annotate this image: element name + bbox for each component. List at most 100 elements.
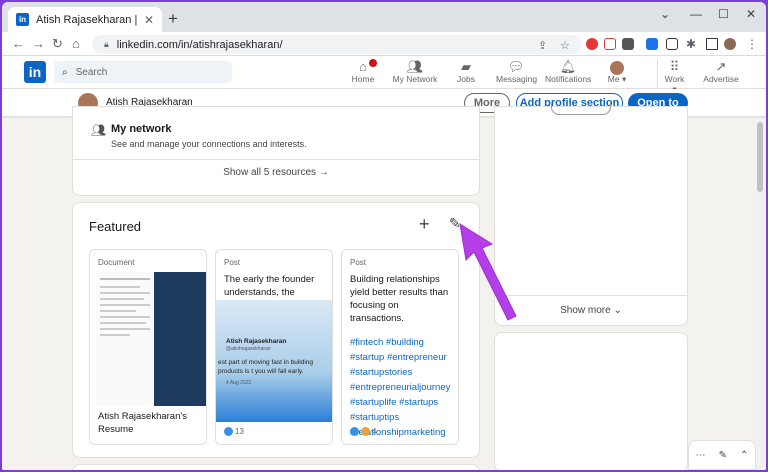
share-icon[interactable]: ⇪	[538, 39, 547, 52]
support-reaction-icon	[361, 427, 370, 436]
home-button-icon[interactable]: ⌂	[72, 36, 80, 51]
url-text: linkedin.com/in/atishrajasekharan/	[116, 38, 283, 51]
featured-card: Featured + ✎ Document Atish Rajasekharan…	[72, 202, 480, 458]
preview-name: Atish Rajasekharan	[226, 338, 287, 345]
nav-label: Me	[607, 74, 620, 84]
chat-icon: 💬︎	[507, 59, 525, 74]
nav-my-network[interactable]: 👥︎ My Network	[392, 59, 438, 84]
hashtag-line[interactable]: #startuplife #startups	[350, 395, 450, 410]
browser-tab[interactable]: in Atish Rajasekharan | LinkedIn ✕	[8, 7, 162, 32]
messaging-overlay[interactable]: ⋯ ✎ ⌃	[688, 440, 756, 470]
item-kind: Post	[224, 258, 241, 267]
annotation-arrow-icon	[459, 222, 517, 321]
notification-dot	[369, 59, 377, 67]
more-dots-icon[interactable]: ⋯	[696, 450, 706, 461]
nav-jobs[interactable]: ▰ Jobs	[455, 59, 477, 84]
resume-sidebar-thumbnail	[154, 272, 206, 406]
next-section-card	[72, 464, 480, 470]
post-text: Building relationships yield better resu…	[350, 274, 449, 324]
item-kind: Document	[98, 258, 135, 267]
extension-badge-icon[interactable]	[646, 38, 658, 50]
extensions-puzzle-icon[interactable]: ✱	[686, 37, 696, 51]
browser-toolbar: ← → ↻ ⌂ 🔒︎ linkedin.com/in/atishrajasekh…	[2, 32, 766, 56]
reactions[interactable]: 4	[350, 427, 376, 436]
hashtag-line[interactable]: #entrepreneurialjourney	[350, 380, 450, 395]
like-reaction-icon	[224, 427, 233, 436]
avatar-icon	[605, 59, 629, 75]
network-people-icon: 👥︎	[91, 123, 107, 137]
nav-label: Home	[351, 74, 375, 84]
nav-label: Advertise	[703, 74, 739, 84]
nav-messaging[interactable]: 💬︎ Messaging	[496, 59, 538, 84]
featured-item-post[interactable]: Post The early the founder understands, …	[215, 249, 333, 445]
back-icon[interactable]: ←	[12, 36, 25, 51]
nav-advertise[interactable]: ↗ Advertise	[703, 59, 739, 84]
chevron-up-icon[interactable]: ⌃	[740, 450, 748, 461]
hashtag-line[interactable]: #fintech #building	[350, 335, 450, 350]
nav-label: Jobs	[457, 74, 475, 84]
forward-icon[interactable]: →	[32, 36, 45, 51]
pocket-icon[interactable]	[604, 38, 616, 50]
incognito-extension-icon[interactable]	[622, 38, 634, 50]
featured-item-document[interactable]: Document Atish Rajasekharan's Resume	[89, 249, 207, 445]
document-title: Atish Rajasekharan's Resume	[98, 411, 187, 435]
tab-title: Atish Rajasekharan | LinkedIn	[36, 13, 140, 26]
close-window-icon[interactable]: ✕	[746, 7, 756, 21]
item-kind: Post	[350, 258, 367, 267]
bell-icon: 🔔︎	[559, 59, 577, 74]
hashtag-line[interactable]: #startuptips	[350, 410, 450, 425]
hashtag-line[interactable]: #startup #entrepreneur	[350, 350, 450, 365]
sidepanel-icon[interactable]	[706, 38, 718, 50]
sidebar-card-2	[494, 332, 688, 470]
hashtags: #fintech #building #startup #entrepreneu…	[350, 335, 450, 440]
page-scrollbar[interactable]	[756, 118, 764, 470]
tab-search-icon[interactable]: ⌄	[660, 7, 670, 21]
extension-icon[interactable]	[586, 38, 598, 50]
chevron-down-icon: ⌄	[613, 305, 622, 316]
compose-icon[interactable]: ✎	[719, 450, 727, 461]
page-content: 👥︎ My network See and manage your connec…	[2, 103, 766, 470]
nav-label: Work	[664, 74, 685, 84]
nav-notifications[interactable]: 🔔︎ Notifications	[545, 59, 591, 84]
browser-window: in Atish Rajasekharan | LinkedIn ✕ + ⌄ —…	[2, 2, 766, 470]
close-tab-icon[interactable]: ✕	[144, 13, 154, 27]
reaction-count: 4	[372, 427, 377, 436]
minimize-icon[interactable]: —	[690, 7, 702, 21]
search-input[interactable]: ⌕ Search	[54, 61, 232, 83]
sidebar-button-partial[interactable]	[551, 103, 611, 115]
preview-date: 4 Aug 2022	[226, 380, 252, 386]
add-featured-icon[interactable]: +	[419, 214, 430, 235]
address-bar[interactable]: 🔒︎ linkedin.com/in/atishrajasekharan/	[92, 35, 582, 54]
caret-down-icon: ▾	[619, 74, 627, 84]
kebab-menu-icon[interactable]: ⋮	[746, 37, 758, 51]
resources-card: 👥︎ My network See and manage your connec…	[72, 106, 480, 196]
nav-me[interactable]: Me ▾	[605, 59, 629, 85]
my-network-subtitle: See and manage your connections and inte…	[111, 139, 307, 149]
hashtag-line[interactable]: #startupstories	[350, 365, 450, 380]
nav-label: Notifications	[545, 74, 592, 84]
linkedin-logo[interactable]: in	[24, 61, 46, 83]
briefcase-icon: ▰	[461, 59, 471, 74]
preview-text: est part of moving fast in building prod…	[218, 359, 314, 375]
tab-strip: in Atish Rajasekharan | LinkedIn ✕ + ⌄ —…	[2, 2, 766, 32]
bookmark-star-icon[interactable]: ☆	[560, 39, 570, 52]
preview-handle: @atishrajasekharan	[226, 346, 271, 352]
my-network-title[interactable]: My network	[111, 123, 172, 135]
reload-icon[interactable]: ↻	[52, 36, 63, 52]
new-tab-icon[interactable]: +	[168, 9, 178, 29]
nav-label: Messaging	[496, 74, 538, 84]
reactions[interactable]: 13	[224, 427, 244, 436]
resume-page-thumbnail	[96, 272, 154, 406]
featured-item-post[interactable]: Post Building relationships yield better…	[341, 249, 459, 445]
scrollbar-thumb[interactable]	[757, 122, 763, 192]
reaction-count: 13	[235, 427, 244, 436]
linkedin-favicon-icon: in	[16, 13, 29, 26]
grid-icon: ⠿	[669, 59, 680, 74]
network-icon: 👥︎	[406, 59, 424, 74]
nav-home[interactable]: ⌂ Home	[351, 59, 377, 84]
send-extension-icon[interactable]	[666, 38, 678, 50]
profile-avatar-icon[interactable]	[724, 38, 736, 50]
maximize-icon[interactable]: ☐	[718, 7, 729, 21]
show-all-resources-link[interactable]: Show all 5 resources →	[73, 159, 479, 185]
search-placeholder: Search	[75, 66, 108, 78]
